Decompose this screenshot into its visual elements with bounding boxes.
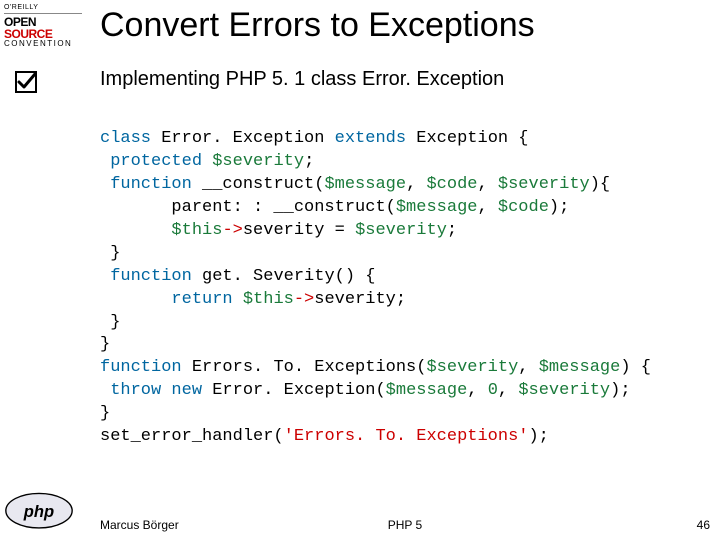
code-token-str: 'Errors. To. Exceptions' — [284, 427, 529, 446]
code-token-var: $code — [498, 198, 549, 217]
code-token-var: $severity — [355, 221, 447, 240]
code-token-var: $severity — [426, 358, 518, 377]
code-block: class Error. Exception extends Exception… — [100, 128, 714, 449]
footer-page-number: 46 — [697, 518, 710, 532]
footer-center: PHP 5 — [100, 518, 710, 532]
code-token-var: $this — [243, 290, 294, 309]
left-column: O'REILLY OPEN SOURCE CONVENTION php — [0, 0, 86, 540]
code-token-var: $this — [171, 221, 222, 240]
code-token-var: $message — [396, 198, 478, 217]
code-token-var: $code — [426, 175, 477, 194]
code-token-var: $message — [324, 175, 406, 194]
code-token-op: -> — [294, 290, 314, 309]
slide-title: Convert Errors to Exceptions — [100, 6, 710, 45]
code-token-kw: protected — [110, 152, 202, 171]
code-token-kw: return — [171, 290, 232, 309]
code-token-num: 0 — [488, 381, 498, 400]
checkmark-icon — [14, 70, 38, 94]
code-token-kw: throw new — [110, 381, 202, 400]
logo-convention-text: CONVENTION — [4, 40, 82, 48]
slide-subtitle: Implementing PHP 5. 1 class Error. Excep… — [100, 68, 710, 91]
code-token-kw: function — [110, 267, 192, 286]
php-logo: php — [4, 492, 74, 530]
code-token-var: $severity — [518, 381, 610, 400]
code-token-var: $severity — [498, 175, 590, 194]
code-token-kw: function — [110, 175, 192, 194]
logo-top-text: O'REILLY — [4, 4, 82, 14]
oreilly-logo: O'REILLY OPEN SOURCE CONVENTION — [4, 4, 82, 58]
footer: Marcus Börger PHP 5 46 — [100, 518, 710, 532]
slide: O'REILLY OPEN SOURCE CONVENTION php Conv… — [0, 0, 720, 540]
code-token-op: -> — [222, 221, 242, 240]
code-token-var: $message — [386, 381, 468, 400]
code-token-var: $message — [539, 358, 621, 377]
code-token-kw: class — [100, 129, 151, 148]
svg-text:php: php — [23, 502, 54, 521]
code-token-var: $severity — [212, 152, 304, 171]
code-token-kw: extends — [335, 129, 406, 148]
code-token-kw: function — [100, 358, 182, 377]
